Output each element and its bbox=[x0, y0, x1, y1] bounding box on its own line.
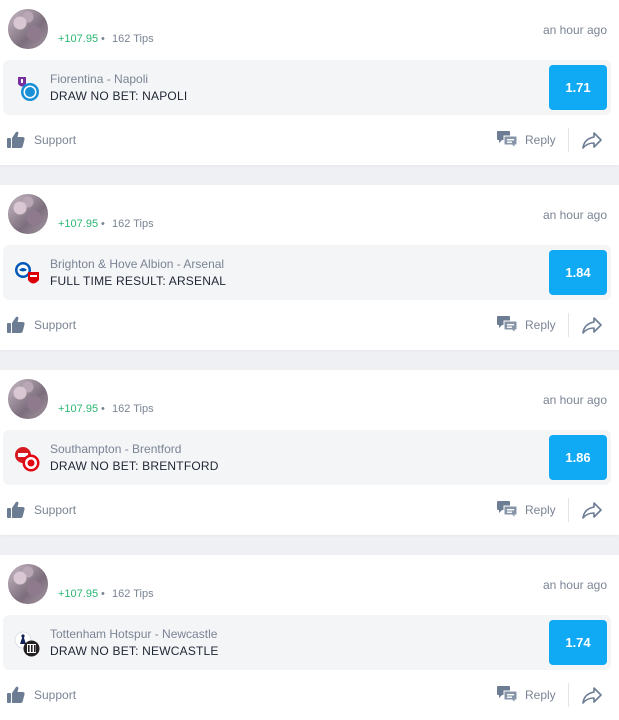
tip-header: +107.95 • 162 Tips an hour ago bbox=[0, 555, 619, 610]
avatar[interactable] bbox=[8, 564, 48, 604]
support-label: Support bbox=[34, 688, 77, 702]
support-button[interactable]: Support bbox=[6, 684, 76, 706]
reply-button[interactable]: Reply bbox=[496, 499, 556, 521]
reply-label: Reply bbox=[525, 133, 556, 147]
support-button[interactable]: Support bbox=[6, 314, 76, 336]
southampton-brentford-crest-icon bbox=[15, 447, 40, 472]
bet-slip[interactable]: Southampton - Brentford DRAW NO BET: BRE… bbox=[3, 430, 611, 485]
support-button[interactable]: Support bbox=[6, 499, 76, 521]
profit-value: +107.95 bbox=[58, 218, 99, 230]
separator-dot: • bbox=[101, 403, 105, 415]
support-button[interactable]: Support bbox=[6, 129, 76, 151]
thumbs-up-icon bbox=[7, 501, 25, 518]
thumbs-up-icon bbox=[7, 131, 25, 148]
post-time: an hour ago bbox=[542, 23, 607, 37]
avatar[interactable] bbox=[8, 194, 48, 234]
post-time: an hour ago bbox=[542, 393, 607, 407]
separator-dot: • bbox=[101, 33, 105, 45]
match-name: Southampton - Brentford bbox=[50, 442, 182, 456]
tip-actions: Support Reply bbox=[0, 120, 619, 160]
tip-card: +107.95 • 162 Tips an hour ago Brighton … bbox=[0, 185, 619, 350]
post-time: an hour ago bbox=[542, 578, 607, 592]
odds-button[interactable]: 1.71 bbox=[549, 65, 607, 110]
bet-market: FULL TIME RESULT: ARSENAL bbox=[50, 274, 227, 288]
chat-bubbles-icon bbox=[497, 686, 518, 705]
match-name: Fiorentina - Napoli bbox=[50, 72, 149, 86]
divider bbox=[568, 683, 569, 707]
reply-button[interactable]: Reply bbox=[496, 129, 556, 151]
divider bbox=[568, 498, 569, 522]
match-name: Brighton & Hove Albion - Arsenal bbox=[50, 257, 225, 271]
fiorentina-napoli-crest-icon bbox=[18, 77, 39, 101]
thumbs-up-icon bbox=[7, 686, 25, 703]
tips-count: 162 Tips bbox=[112, 588, 154, 600]
reply-label: Reply bbox=[525, 688, 556, 702]
tip-actions: Support Reply bbox=[0, 675, 619, 715]
bet-market: DRAW NO BET: NEWCASTLE bbox=[50, 644, 219, 658]
tip-card: +107.95 • 162 Tips an hour ago Fiorentin… bbox=[0, 0, 619, 165]
support-label: Support bbox=[34, 133, 77, 147]
chat-bubbles-icon bbox=[497, 316, 518, 335]
tottenham-newcastle-crest-icon bbox=[14, 631, 40, 657]
bet-market: DRAW NO BET: BRENTFORD bbox=[50, 459, 219, 473]
reply-button[interactable]: Reply bbox=[496, 314, 556, 336]
share-icon[interactable] bbox=[581, 314, 603, 336]
odds-button[interactable]: 1.86 bbox=[549, 435, 607, 480]
odds-button[interactable]: 1.74 bbox=[549, 620, 607, 665]
tip-card: +107.95 • 162 Tips an hour ago Southampt… bbox=[0, 370, 619, 535]
tips-count: 162 Tips bbox=[112, 218, 154, 230]
tip-header: +107.95 • 162 Tips an hour ago bbox=[0, 370, 619, 425]
support-label: Support bbox=[34, 318, 77, 332]
chat-bubbles-icon bbox=[497, 131, 518, 150]
tips-count: 162 Tips bbox=[112, 403, 154, 415]
profit-value: +107.95 bbox=[58, 588, 99, 600]
reply-label: Reply bbox=[525, 318, 556, 332]
bet-slip[interactable]: Brighton & Hove Albion - Arsenal FULL TI… bbox=[3, 245, 611, 300]
reply-button[interactable]: Reply bbox=[496, 684, 556, 706]
avatar[interactable] bbox=[8, 379, 48, 419]
tip-header: +107.95 • 162 Tips an hour ago bbox=[0, 0, 619, 55]
bet-slip[interactable]: Fiorentina - Napoli DRAW NO BET: NAPOLI … bbox=[3, 60, 611, 115]
bet-slip[interactable]: Tottenham Hotspur - Newcastle DRAW NO BE… bbox=[3, 615, 611, 670]
profit-value: +107.95 bbox=[58, 403, 99, 415]
divider bbox=[568, 128, 569, 152]
separator-dot: • bbox=[101, 588, 105, 600]
divider bbox=[568, 313, 569, 337]
tip-actions: Support Reply bbox=[0, 305, 619, 345]
bet-market: DRAW NO BET: NAPOLI bbox=[50, 89, 188, 103]
tip-header: +107.95 • 162 Tips an hour ago bbox=[0, 185, 619, 240]
separator-dot: • bbox=[101, 218, 105, 230]
chat-bubbles-icon bbox=[497, 501, 518, 520]
profit-value: +107.95 bbox=[58, 33, 99, 45]
post-time: an hour ago bbox=[542, 208, 607, 222]
tips-count: 162 Tips bbox=[112, 33, 154, 45]
share-icon[interactable] bbox=[581, 499, 603, 521]
match-name: Tottenham Hotspur - Newcastle bbox=[50, 627, 218, 641]
share-icon[interactable] bbox=[581, 129, 603, 151]
thumbs-up-icon bbox=[7, 316, 25, 333]
odds-button[interactable]: 1.84 bbox=[549, 250, 607, 295]
tip-actions: Support Reply bbox=[0, 490, 619, 530]
reply-label: Reply bbox=[525, 503, 556, 517]
avatar[interactable] bbox=[8, 9, 48, 49]
tips-feed: +107.95 • 162 Tips an hour ago Fiorentin… bbox=[0, 0, 619, 720]
brighton-arsenal-crest-icon bbox=[15, 262, 39, 284]
tip-card: +107.95 • 162 Tips an hour ago Tottenham… bbox=[0, 555, 619, 720]
share-icon[interactable] bbox=[581, 684, 603, 706]
support-label: Support bbox=[34, 503, 77, 517]
